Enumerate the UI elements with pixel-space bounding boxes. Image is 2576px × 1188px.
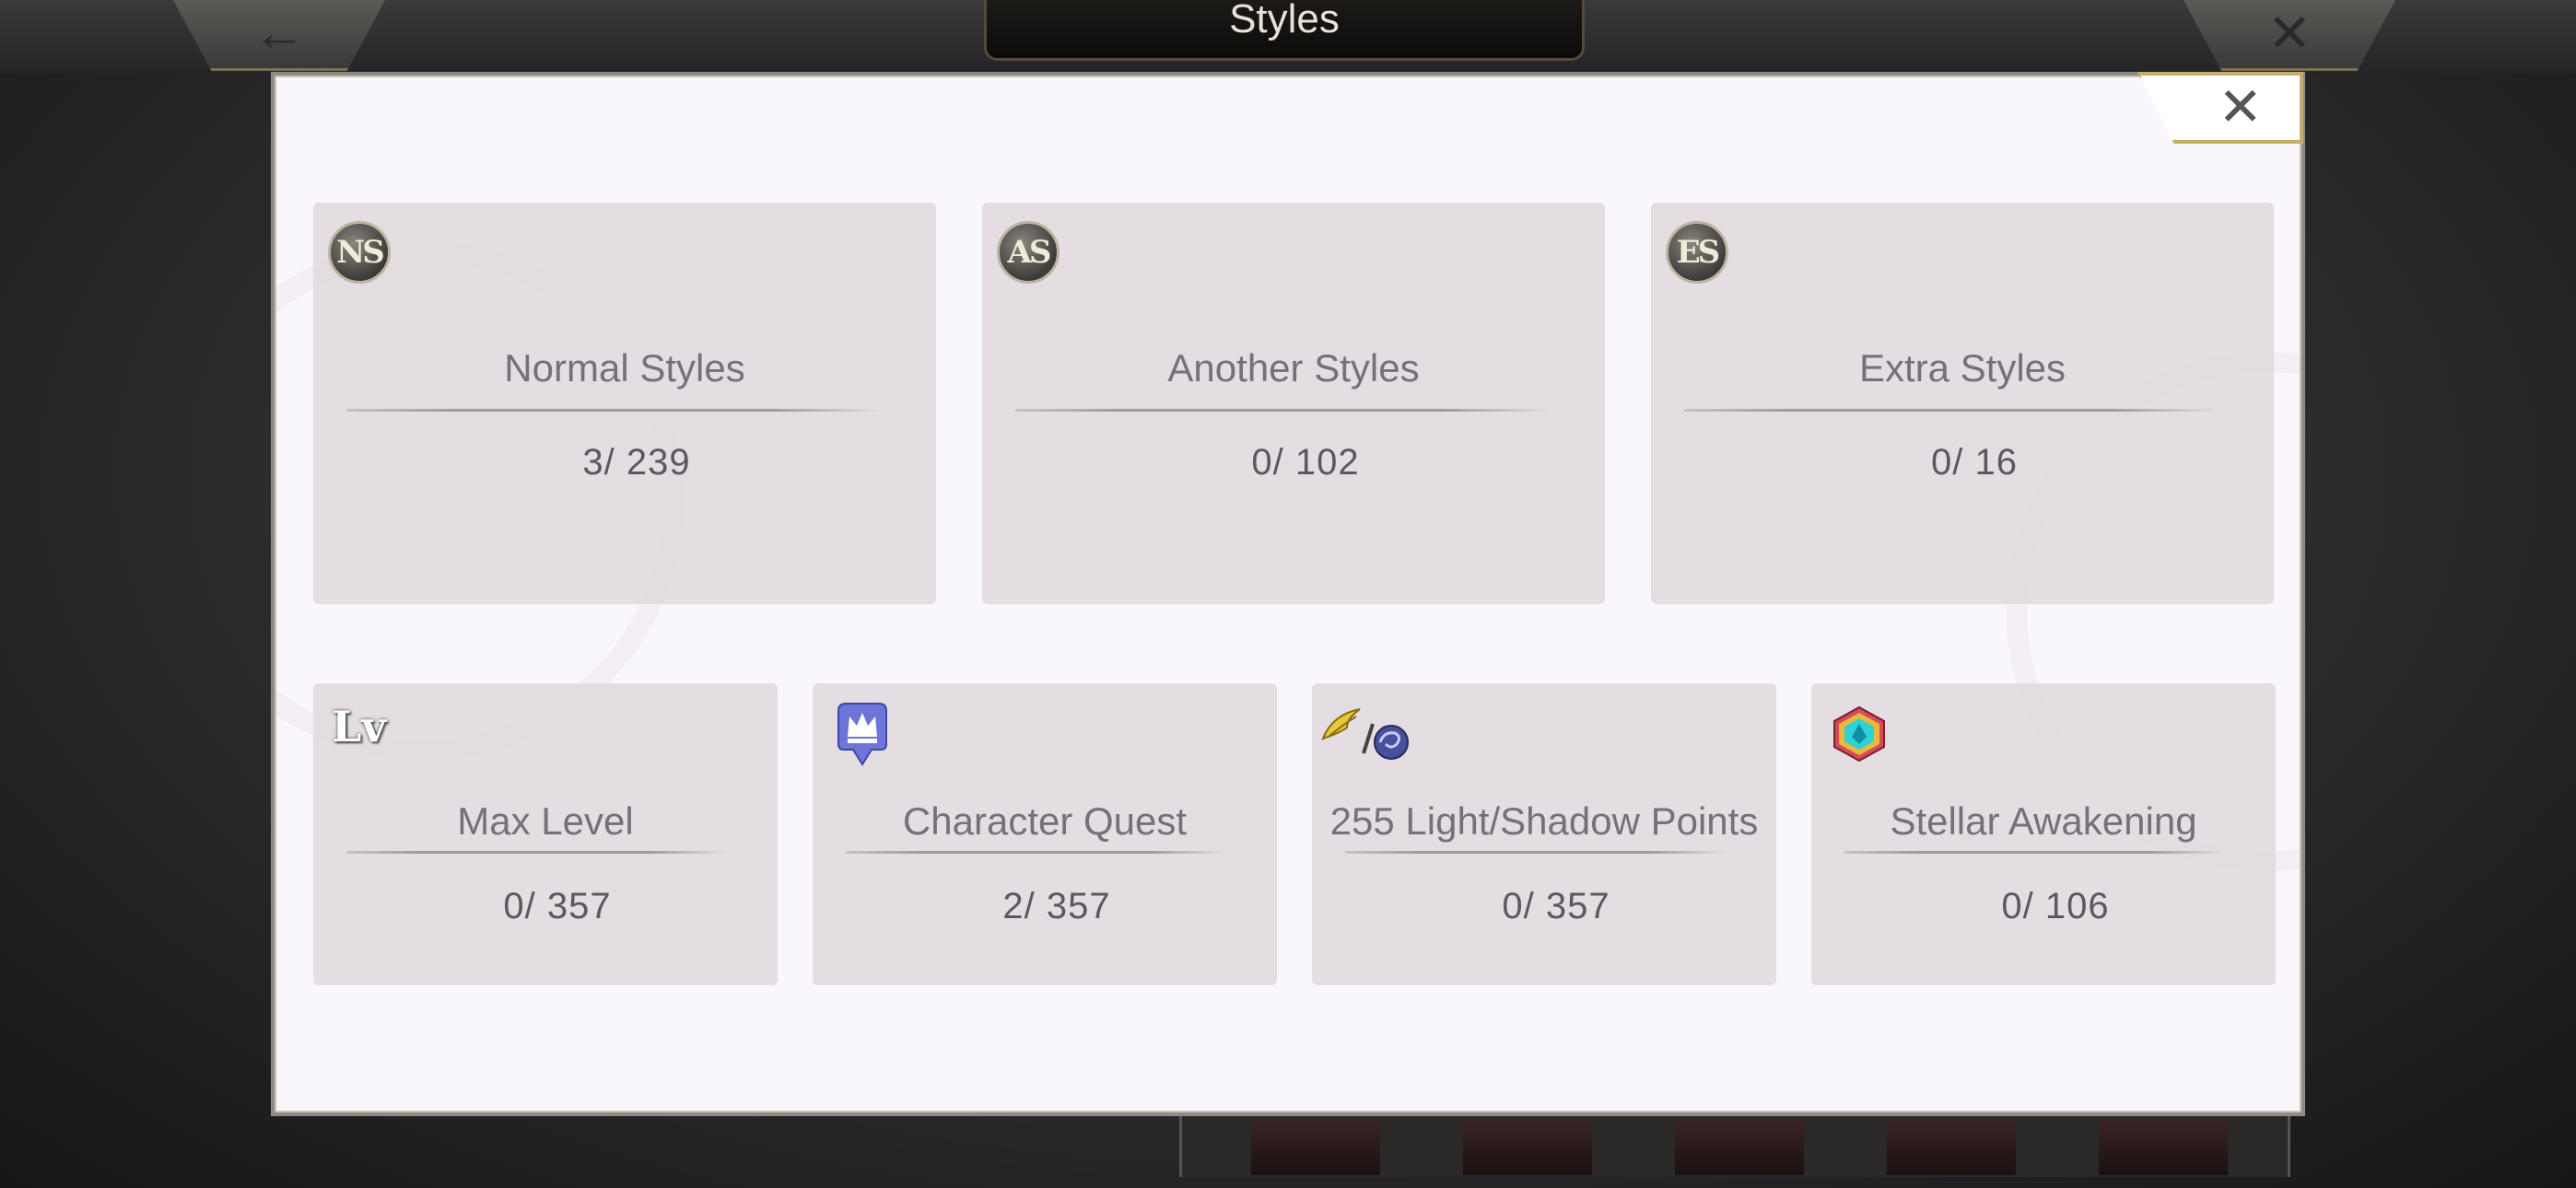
as-badge-icon: AS xyxy=(997,221,1060,284)
card-label: Another Styles xyxy=(1167,346,1420,390)
close-icon: ✕ xyxy=(2218,77,2263,137)
card-count: 0/ 357 xyxy=(503,886,612,926)
card-another-styles[interactable]: AS Another Styles 0/ 102 xyxy=(982,203,1605,604)
thumbnail xyxy=(1887,1120,2016,1175)
thumbnail xyxy=(1463,1120,1592,1175)
card-label: Stellar Awakening xyxy=(1890,799,2197,843)
thumbnail xyxy=(1675,1120,1804,1175)
card-count: 3/ 239 xyxy=(582,442,691,483)
hexagon-gem-icon xyxy=(1832,705,1887,763)
crown-marker-icon xyxy=(837,702,888,766)
thumbnail xyxy=(1251,1120,1380,1175)
thumbnail xyxy=(2099,1120,2228,1175)
card-label: Extra Styles xyxy=(1858,346,2067,390)
card-character-quest[interactable]: Character Quest 2/ 357 xyxy=(813,683,1277,985)
divider xyxy=(346,409,881,412)
card-label: Character Quest xyxy=(902,799,1188,843)
card-count: 2/ 357 xyxy=(1002,886,1111,926)
card-normal-styles[interactable]: NS Normal Styles 3/ 239 xyxy=(313,203,936,604)
card-count: 0/ 102 xyxy=(1251,442,1360,483)
light-shadow-icon xyxy=(1319,705,1411,764)
card-max-level[interactable]: Lv Max Level 0/ 357 xyxy=(313,683,778,985)
title-plate: Styles xyxy=(984,0,1585,61)
back-arrow-icon: ← xyxy=(252,3,306,63)
card-count: 0/ 357 xyxy=(1502,886,1610,926)
ns-badge-icon: NS xyxy=(328,221,391,284)
divider xyxy=(1844,851,2224,854)
page-title: Styles xyxy=(1229,0,1340,41)
card-count: 0/ 106 xyxy=(2001,886,2110,926)
divider xyxy=(1345,851,1725,854)
divider xyxy=(346,851,726,854)
card-count: 0/ 16 xyxy=(1931,442,2018,483)
card-extra-styles[interactable]: ES Extra Styles 0/ 16 xyxy=(1651,203,2274,604)
close-icon: ✕ xyxy=(2266,4,2313,64)
background-thumbnail-strip xyxy=(1179,1110,2290,1177)
card-label: Normal Styles xyxy=(504,346,745,390)
divider xyxy=(846,851,1225,854)
styles-dialog: NS Normal Styles 3/ 239 AS Another Style… xyxy=(271,72,2305,1116)
divider xyxy=(1015,409,1550,412)
card-label: 255 Light/Shadow Points xyxy=(1329,799,1759,843)
card-stellar-awakening[interactable]: Stellar Awakening 0/ 106 xyxy=(1811,683,2276,985)
card-light-shadow-points[interactable]: 255 Light/Shadow Points 0/ 357 xyxy=(1312,683,1776,985)
divider xyxy=(1684,409,2219,412)
es-badge-icon: ES xyxy=(1666,221,1728,284)
card-label: Max Level xyxy=(457,799,634,843)
level-icon: Lv xyxy=(332,702,387,751)
